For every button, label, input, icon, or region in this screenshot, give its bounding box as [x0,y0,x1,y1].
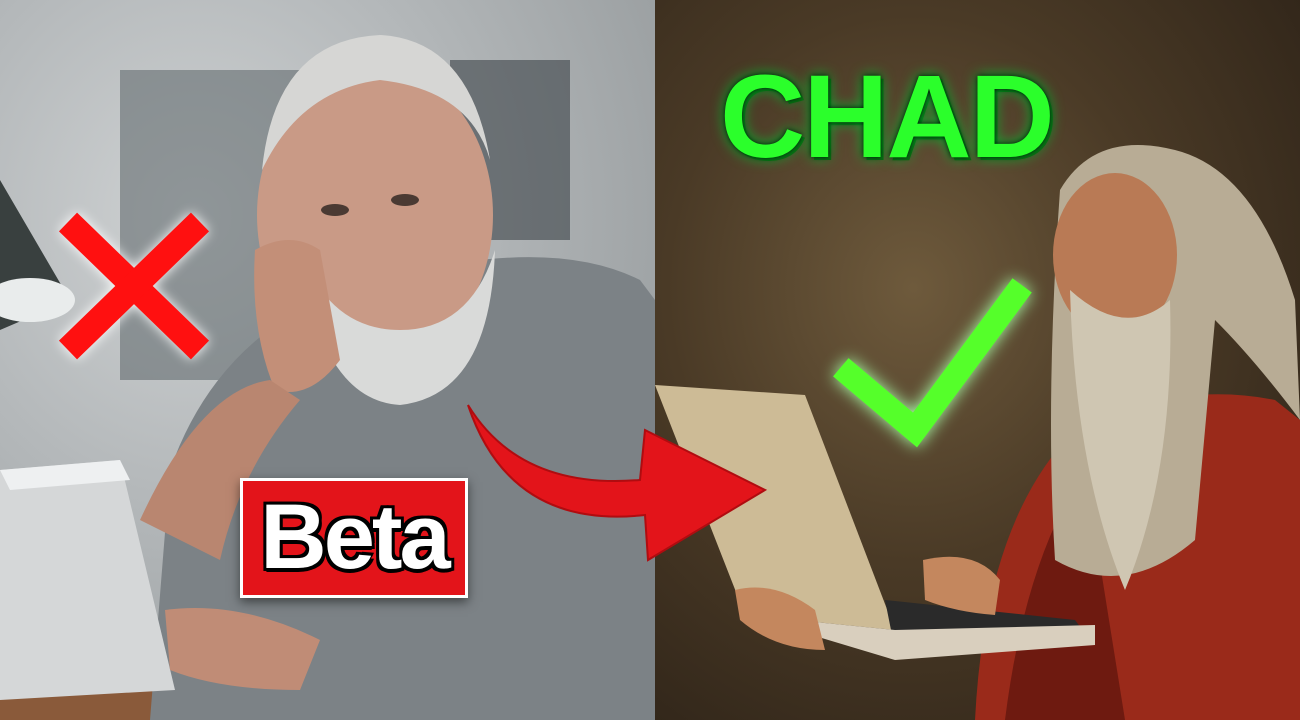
left-scene [0,35,655,720]
eye-left [321,204,349,216]
eye-right [391,194,419,206]
chad-title: CHAD [720,51,1055,183]
check-icon [833,278,1032,448]
beta-label: Beta [260,486,450,588]
beta-badge: Beta [240,478,468,598]
thumbnail-canvas: Beta CHAD [0,0,1300,720]
left-panel: Beta [0,0,655,720]
lamp-light [0,278,75,322]
laptop-left [0,460,175,700]
